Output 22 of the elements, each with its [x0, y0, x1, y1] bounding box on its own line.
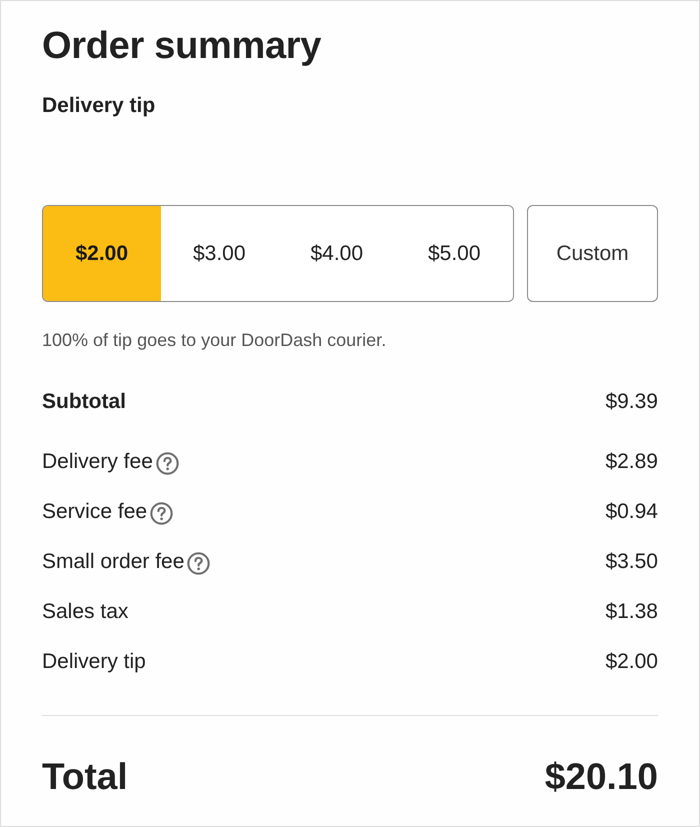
- line-amount: $2.00: [605, 650, 658, 674]
- line-label: Small order fee: [42, 550, 184, 574]
- line-label: Sales tax: [42, 600, 128, 624]
- help-icon[interactable]: [187, 552, 210, 575]
- line-amount: $9.39: [605, 390, 658, 414]
- page-title: Order summary: [42, 24, 322, 69]
- line-label: Delivery fee: [42, 450, 153, 474]
- line-amount: $0.94: [605, 500, 658, 524]
- line-amount: $1.38: [605, 600, 658, 624]
- tip-option[interactable]: $2.00: [43, 206, 160, 301]
- line-amount: $2.89: [605, 450, 658, 474]
- custom-tip-button[interactable]: Custom: [527, 205, 658, 302]
- section-heading: Delivery tip: [42, 93, 156, 119]
- line-label: Service fee: [42, 500, 148, 524]
- total-amount: $20.10: [544, 756, 658, 798]
- help-icon[interactable]: [150, 502, 174, 525]
- line-amount: $3.50: [605, 550, 658, 574]
- tip-note: 100% of tip goes to your DoorDash courier.: [42, 329, 388, 352]
- line-label: Subtotal: [42, 390, 126, 414]
- total-label: Total: [42, 756, 128, 798]
- line-label: Delivery tip: [42, 650, 146, 674]
- help-icon[interactable]: [156, 452, 179, 475]
